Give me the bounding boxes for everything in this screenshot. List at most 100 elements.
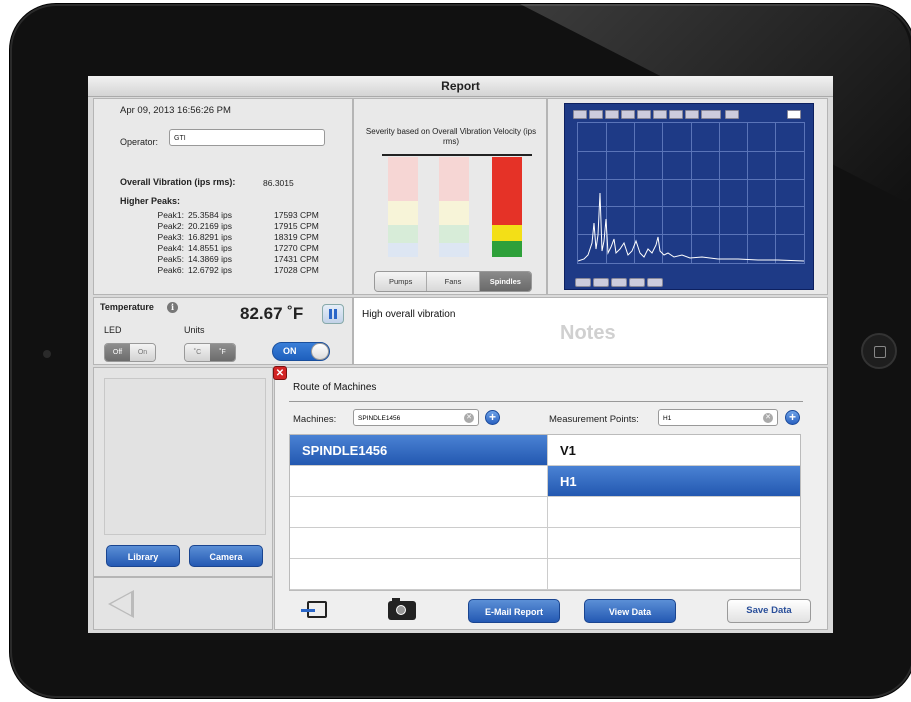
- list-item[interactable]: [290, 497, 547, 528]
- save-data-button[interactable]: Save Data: [727, 599, 811, 623]
- peaks-list: Peak1: 25.3584 ips 17593 CPM Peak2: 20.2169…: [134, 210, 334, 276]
- peak-value: 12.6792 ips: [188, 265, 232, 275]
- bottom-toolbar: E-Mail Report View Data Save Data: [275, 596, 827, 630]
- list-item[interactable]: SPINDLE1456: [290, 435, 547, 466]
- machines-search-input[interactable]: SPINDLE1456 ✕: [353, 409, 479, 426]
- spectrum-toolbar-button: [637, 110, 651, 119]
- points-search-value: H1: [663, 415, 672, 422]
- back-arrow-inner: [111, 593, 131, 615]
- spectrum-toolbar-button: [621, 110, 635, 119]
- list-item[interactable]: [290, 466, 547, 497]
- measurement-points-label: Measurement Points:: [549, 414, 639, 425]
- list-item[interactable]: [290, 528, 547, 559]
- spectrum-toolbar-button: [605, 110, 619, 119]
- severity-title: Severity based on Overall Vibration Velo…: [365, 127, 537, 146]
- units-fahrenheit-option[interactable]: ˚F: [210, 344, 235, 361]
- clear-icon[interactable]: ✕: [464, 413, 474, 423]
- notes-field[interactable]: High overall vibration Notes: [353, 297, 828, 365]
- overall-vibration-label: Overall Vibration (ips rms):: [120, 177, 236, 187]
- list-item[interactable]: [290, 559, 547, 590]
- spectrum-thumbnail[interactable]: [564, 103, 814, 290]
- toggle-label: ON: [283, 346, 297, 356]
- led-on-option[interactable]: On: [130, 344, 155, 361]
- front-camera-icon: [43, 350, 51, 358]
- spectrum-toolbar-button: [653, 110, 667, 119]
- spectrum-toolbar-button: [573, 110, 587, 119]
- units-celsius-option[interactable]: ˚C: [185, 344, 210, 361]
- spectrum-nav-button: [611, 278, 627, 287]
- camera-icon[interactable]: [388, 598, 416, 620]
- spectrum-toolbar-button: [725, 110, 739, 119]
- peak-cpm: 17915 CPM: [274, 221, 319, 231]
- spectrum-toolbar-button: [589, 110, 603, 119]
- clear-icon[interactable]: ✕: [763, 413, 773, 423]
- route-panel: ✕ Route of Machines Machines: SPINDLE145…: [273, 366, 828, 630]
- list-item[interactable]: H1: [548, 466, 800, 497]
- home-button[interactable]: [861, 333, 897, 369]
- peak-cpm: 17431 CPM: [274, 254, 319, 264]
- add-machine-button[interactable]: +: [485, 410, 500, 425]
- spectrum-trace: [578, 192, 804, 262]
- route-title: Route of Machines: [293, 382, 377, 393]
- tab-fans[interactable]: Fans: [427, 272, 480, 291]
- peak-value: 14.3869 ips: [188, 254, 232, 264]
- pale-red-segment: [439, 157, 469, 201]
- pale-blue-segment: [439, 243, 469, 257]
- spectrum-toolbar-button: [787, 110, 801, 119]
- pale-green-segment: [388, 225, 418, 243]
- route-lists: SPINDLE1456 V1 H1: [289, 434, 801, 591]
- peak-value: 14.8551 ips: [188, 243, 232, 253]
- list-item[interactable]: [548, 497, 800, 528]
- close-icon[interactable]: ✕: [273, 366, 287, 380]
- tab-pumps[interactable]: Pumps: [375, 272, 428, 291]
- toggle-knob: [311, 343, 329, 360]
- operator-field[interactable]: GTI: [169, 129, 325, 146]
- spectrum-toolbar-button: [685, 110, 699, 119]
- peak-value: 25.3584 ips: [188, 210, 232, 220]
- spectrum-panel: [547, 98, 828, 295]
- led-switch: Off On: [104, 343, 156, 362]
- add-point-button[interactable]: +: [785, 410, 800, 425]
- yellow-segment: [492, 225, 522, 241]
- units-switch: ˚C ˚F: [184, 343, 236, 362]
- peak-row: Peak2: 20.2169 ips 17915 CPM: [134, 221, 334, 232]
- spectrum-toolbar-button: [669, 110, 683, 119]
- pale-blue-segment: [388, 243, 418, 257]
- spectrum-toolbar-button: [701, 110, 721, 119]
- temperature-panel: Temperature i 82.67 ˚F LED Units Off On …: [93, 297, 353, 365]
- library-button[interactable]: Library: [106, 545, 180, 567]
- temperature-value: 82.67 ˚F: [240, 304, 304, 323]
- peak-cpm: 18319 CPM: [274, 232, 319, 242]
- peak-name: Peak6:: [157, 265, 184, 275]
- list-item[interactable]: [548, 559, 800, 590]
- pumps-severity-column: [388, 157, 418, 257]
- spectrum-nav-button: [593, 278, 609, 287]
- operator-label: Operator:: [120, 137, 159, 147]
- points-search-input[interactable]: H1 ✕: [658, 409, 778, 426]
- view-data-button[interactable]: View Data: [584, 599, 676, 623]
- info-icon[interactable]: i: [167, 302, 178, 313]
- points-list: V1 H1: [548, 435, 800, 590]
- list-item[interactable]: [548, 528, 800, 559]
- peak-name: Peak4:: [157, 243, 184, 253]
- pause-button[interactable]: [322, 304, 344, 324]
- email-report-button[interactable]: E-Mail Report: [468, 599, 560, 623]
- tab-spindles[interactable]: Spindles: [479, 272, 531, 291]
- red-segment: [492, 157, 522, 225]
- camera-button[interactable]: Camera: [189, 545, 263, 567]
- severity-panel: Severity based on Overall Vibration Velo…: [353, 98, 547, 295]
- spectrum-nav-button: [575, 278, 591, 287]
- peak-name: Peak5:: [157, 254, 184, 264]
- led-off-option[interactable]: Off: [105, 344, 130, 361]
- units-label: Units: [184, 325, 205, 335]
- spectrum-nav-button: [647, 278, 663, 287]
- report-datetime: Apr 09, 2013 16:56:26 PM: [120, 105, 231, 116]
- report-info-panel: Apr 09, 2013 16:56:26 PM Operator: GTI O…: [93, 98, 353, 295]
- notes-placeholder: Notes: [560, 322, 616, 344]
- overall-vibration-value: 86.3015: [263, 178, 294, 188]
- export-screen-icon[interactable]: [301, 601, 327, 618]
- peak-cpm: 17028 CPM: [274, 265, 319, 275]
- peak-name: Peak3:: [157, 232, 184, 242]
- power-toggle[interactable]: ON: [272, 342, 330, 361]
- list-item[interactable]: V1: [548, 435, 800, 466]
